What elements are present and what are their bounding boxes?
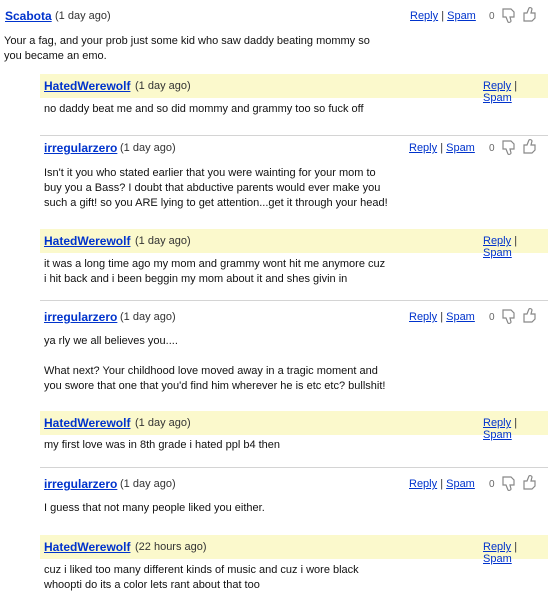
reply-link[interactable]: Reply <box>410 10 438 22</box>
comment-actions: Reply | Spam <box>483 541 548 565</box>
spam-link[interactable]: Spam <box>446 478 475 490</box>
comment-actions: Reply | Spam <box>483 80 548 104</box>
comment-time: (1 day ago) <box>135 417 191 429</box>
action-separator: | <box>514 80 518 92</box>
comment-author-link[interactable]: irregularzero <box>44 310 117 324</box>
reply-link[interactable]: Reply <box>409 142 437 154</box>
comment-time: (22 hours ago) <box>135 541 207 553</box>
comment-text: I guess that not many people liked you e… <box>44 502 265 514</box>
comment-reply: HatedWerewolf (1 day ago) Reply | Spam i… <box>40 229 548 297</box>
thumbs-up-icon[interactable] <box>520 137 540 157</box>
action-separator: | <box>441 10 445 22</box>
thumbs-down-icon[interactable] <box>499 5 519 25</box>
spam-link[interactable]: Spam <box>446 311 475 323</box>
spam-link[interactable]: Spam <box>447 10 476 22</box>
comment-actions: Reply | Spam <box>409 478 475 490</box>
action-separator: | <box>440 478 444 490</box>
comment-text: Isn't it you who stated earlier that you… <box>44 167 388 209</box>
comment-author-link[interactable]: Scabota <box>5 9 52 23</box>
reply-link[interactable]: Reply <box>483 80 511 92</box>
reply-link[interactable]: Reply <box>409 311 437 323</box>
comment-time: (1 day ago) <box>120 142 176 154</box>
thumbs-down-icon[interactable] <box>499 473 519 493</box>
action-separator: | <box>514 235 518 247</box>
reply-link[interactable]: Reply <box>409 478 437 490</box>
comment-author-link[interactable]: irregularzero <box>44 141 117 155</box>
comment-reply: irregularzero (1 day ago) Reply | Spam 0… <box>40 467 548 527</box>
comment-author-link[interactable]: HatedWerewolf <box>44 416 130 430</box>
comment-time: (1 day ago) <box>55 10 111 22</box>
action-separator: | <box>514 541 518 553</box>
comment-text: it was a long time ago my mom and grammy… <box>44 258 386 285</box>
thumbs-down-icon[interactable] <box>499 137 519 157</box>
comment-score: 0 <box>489 479 495 490</box>
comment-actions: Reply | Spam <box>483 235 548 259</box>
comment-score: 0 <box>489 312 495 323</box>
reply-link[interactable]: Reply <box>483 541 511 553</box>
comment-author-link[interactable]: HatedWerewolf <box>44 234 130 248</box>
thumbs-up-icon[interactable] <box>520 473 540 493</box>
comment-time: (1 day ago) <box>135 80 191 92</box>
comment-reply: HatedWerewolf (1 day ago) Reply | Spam m… <box>40 411 548 463</box>
comment-reply: irregularzero (1 day ago) Reply | Spam 0… <box>40 135 548 225</box>
comment-time: (1 day ago) <box>135 235 191 247</box>
comment-actions: Reply | Spam <box>409 311 475 323</box>
action-separator: | <box>514 417 518 429</box>
comment-time: (1 day ago) <box>120 478 176 490</box>
comment-reply: HatedWerewolf (1 day ago) Reply | Spam n… <box>40 74 548 126</box>
thumbs-up-icon[interactable] <box>520 5 540 25</box>
action-separator: | <box>440 142 444 154</box>
spam-link[interactable]: Spam <box>446 142 475 154</box>
reply-link[interactable]: Reply <box>483 235 511 247</box>
comment-author-link[interactable]: HatedWerewolf <box>44 79 130 93</box>
thumbs-up-icon[interactable] <box>520 306 540 326</box>
comment-author-link[interactable]: irregularzero <box>44 477 117 491</box>
comment-reply: irregularzero (1 day ago) Reply | Spam 0… <box>40 300 548 405</box>
action-separator: | <box>440 311 444 323</box>
comment-reply: HatedWerewolf (22 hours ago) Reply | Spa… <box>40 535 548 597</box>
comment-text: my first love was in 8th grade i hated p… <box>44 439 281 451</box>
comment-actions: Reply | Spam <box>409 142 475 154</box>
comment-text: no daddy beat me and so did mommy and gr… <box>44 103 364 115</box>
comment-text: Your a fag, and your prob just some kid … <box>4 35 370 62</box>
comment-score: 0 <box>489 143 495 154</box>
comment-author-link[interactable]: HatedWerewolf <box>44 540 130 554</box>
comment-score: 0 <box>489 11 495 22</box>
thumbs-down-icon[interactable] <box>499 306 519 326</box>
comment-time: (1 day ago) <box>120 311 176 323</box>
comment: Scabota (1 day ago) Reply | Spam 0 Your … <box>0 4 548 76</box>
comment-text: ya rly we all believes you.... What next… <box>44 335 386 392</box>
reply-link[interactable]: Reply <box>483 417 511 429</box>
comment-actions: Reply | Spam <box>410 10 476 22</box>
comment-text: cuz i liked too many different kinds of … <box>44 564 359 591</box>
